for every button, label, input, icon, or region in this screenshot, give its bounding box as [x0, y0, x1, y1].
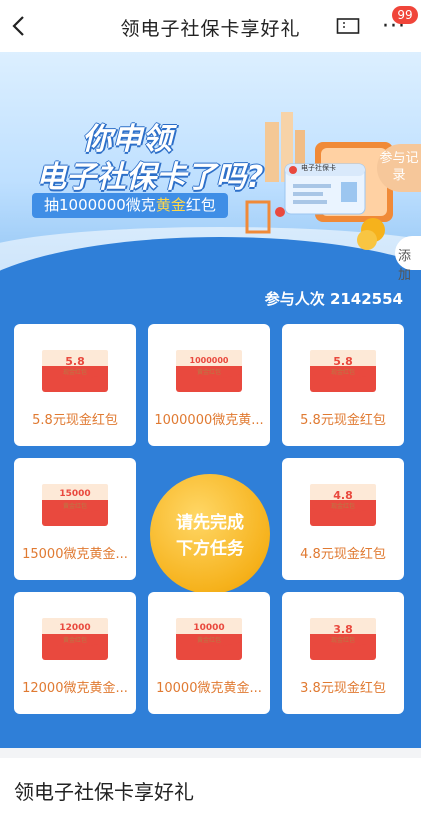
subhead-prefix: 抽1000000微克 — [44, 196, 156, 214]
participation-record-tab[interactable]: 参与记录 — [377, 144, 421, 192]
prize-tile[interactable]: 5.8 现金红包 5.8元现金红包 — [282, 324, 404, 446]
complete-tasks-button[interactable]: 请先完成 下方任务 — [150, 474, 270, 594]
prize-label: 5.8元现金红包 — [32, 413, 118, 428]
prize-tile[interactable]: 3.8 现金红包 3.8元现金红包 — [282, 592, 404, 714]
prize-label: 3.8元现金红包 — [300, 681, 386, 696]
red-envelope-icon: 12000 黄金红包 — [42, 618, 108, 660]
participant-number: 2142554 — [329, 290, 403, 308]
center-button-line1: 请先完成 — [176, 513, 244, 533]
section-divider — [0, 748, 421, 758]
prize-label: 15000微克黄金... — [22, 547, 128, 562]
center-button-line2: 下方任务 — [176, 539, 244, 559]
red-envelope-icon: 10000 黄金红包 — [176, 618, 242, 660]
prize-tile[interactable]: 4.8 现金红包 4.8元现金红包 — [282, 458, 404, 580]
prize-label: 12000微克黄金... — [22, 681, 128, 696]
banner-subhead: 抽1000000微克黄金红包 — [32, 193, 228, 218]
prize-label: 4.8元现金红包 — [300, 547, 386, 562]
section-title: 领电子社保卡享好礼 — [14, 780, 194, 804]
nav-bar: 领电子社保卡享好礼 ··· 99 — [0, 0, 421, 52]
participant-label: 参与人次 — [264, 290, 325, 308]
card-title: 电子社保卡 — [301, 164, 336, 172]
red-envelope-icon: 4.8 现金红包 — [310, 484, 376, 526]
participant-count: 参与人次 2142554 — [265, 288, 403, 309]
red-envelope-icon: 15000 黄金红包 — [42, 484, 108, 526]
hero-banner: 你申领 电子社保卡了吗? 抽1000000微克黄金红包 电子社保卡 参与记录 — [0, 52, 421, 284]
headline-line2: 电子社保卡了吗? — [36, 160, 264, 195]
prize-tile[interactable]: 15000 黄金红包 15000微克黄金... — [14, 458, 136, 580]
subhead-gold: 黄金 — [155, 196, 186, 214]
prize-label: 5.8元现金红包 — [300, 413, 386, 428]
prize-label: 10000微克黄金... — [156, 681, 262, 696]
prize-tile[interactable]: 12000 黄金红包 12000微克黄金... — [14, 592, 136, 714]
red-envelope-icon: 5.8 现金红包 — [310, 350, 376, 392]
subhead-suffix: 红包 — [185, 196, 216, 214]
prize-tile[interactable]: 10000 黄金红包 10000微克黄金... — [148, 592, 270, 714]
red-envelope-icon: 1000000 黄金红包 — [176, 350, 242, 392]
add-tab[interactable]: 添加 — [395, 236, 421, 283]
prize-label: 1000000微克黄... — [154, 413, 264, 428]
prize-tile[interactable]: 1000000 黄金红包 1000000微克黄... — [148, 324, 270, 446]
notification-badge: 99 — [392, 6, 418, 24]
red-envelope-icon: 5.8 现金红包 — [42, 350, 108, 392]
red-envelope-icon: 3.8 现金红包 — [310, 618, 376, 660]
prize-tile[interactable]: 5.8 现金红包 5.8元现金红包 — [14, 324, 136, 446]
ticket-icon[interactable] — [336, 16, 360, 36]
